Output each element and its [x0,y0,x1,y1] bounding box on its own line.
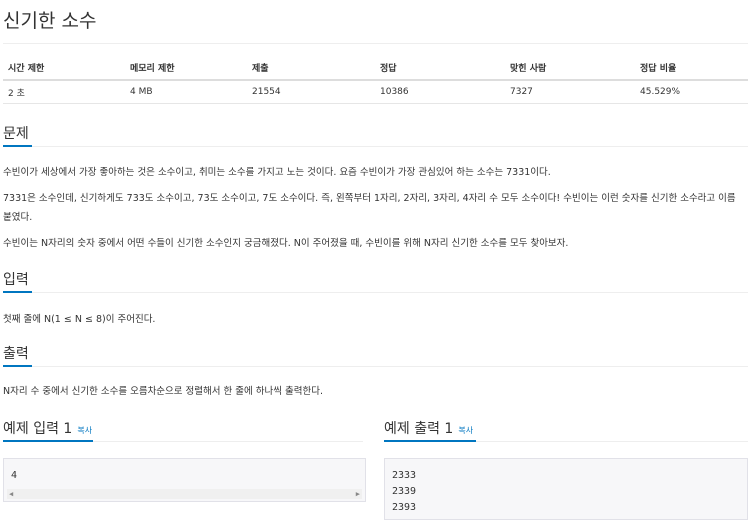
header-memory-limit: 메모리 제한 [125,55,247,81]
header-submissions: 제출 [247,55,375,81]
input-heading-underline [3,291,32,293]
sample-input-content: 4 [11,470,18,481]
header-solvers: 맞힌 사람 [505,55,635,81]
caret-right-icon[interactable]: ▶ [356,489,360,499]
output-description: N자리 수 중에서 신기한 소수를 오름차순으로 정렬해서 한 줄에 하나씩 출… [3,386,324,397]
sample-output-title: 예제 출력 1 [384,421,454,437]
header-time-limit: 시간 제한 [3,55,125,81]
sample-output-heading: 예제 출력 1 복사 [384,418,473,438]
output-heading: 출력 [3,346,29,362]
ratio-value: 45.529% [635,80,748,104]
sample-output-heading-underline [384,440,476,442]
submissions-value: 21554 [247,80,375,104]
input-heading: 입력 [3,272,29,288]
output-heading-underline [3,365,32,367]
input-divider [3,292,748,293]
title-divider [3,43,748,44]
output-divider [3,366,748,367]
description-paragraph: 수빈이가 세상에서 가장 좋아하는 것은 소수이고, 취미는 소수를 가지고 노… [3,167,551,178]
description-heading: 문제 [3,126,29,142]
sample-input-hscrollbar[interactable]: ◀ ▶ [7,489,362,499]
info-value-row: 2 초 4 MB 21554 10386 7327 45.529% [3,80,748,104]
solvers-value: 7327 [505,80,635,104]
caret-left-icon[interactable]: ◀ [9,489,13,499]
sample-input-box[interactable]: 4 ◀ ▶ [3,458,366,502]
description-heading-underline [3,145,32,147]
sample-input-heading-underline [3,440,93,442]
copy-sample-output-link[interactable]: 복사 [458,426,473,435]
input-description: 첫째 줄에 N(1 ≤ N ≤ 8)이 주어진다. [3,314,156,325]
copy-sample-input-link[interactable]: 복사 [77,426,92,435]
info-header-row: 시간 제한 메모리 제한 제출 정답 맞힌 사람 정답 비율 [3,55,748,81]
description-paragraph: 수빈이는 N자리의 숫자 중에서 어떤 수들이 신기한 소수인지 궁금해졌다. … [3,238,569,249]
problem-info-table: 시간 제한 메모리 제한 제출 정답 맞힌 사람 정답 비율 2 초 4 MB … [3,55,748,104]
memory-limit-value: 4 MB [125,80,247,104]
description-divider [3,146,748,147]
time-limit-value: 2 초 [3,80,125,104]
header-ratio: 정답 비율 [635,55,748,81]
problem-title: 신기한 소수 [3,10,97,32]
sample-input-title: 예제 입력 1 [3,421,73,437]
header-accepted: 정답 [375,55,505,81]
sample-input-heading: 예제 입력 1 복사 [3,418,92,438]
description-paragraph: 7331은 소수인데, 신기하게도 733도 소수이고, 73도 소수이고, 7… [3,193,736,223]
sample-output-content: 2333 2339 2393 [392,470,417,513]
accepted-value: 10386 [375,80,505,104]
sample-output-box[interactable]: 2333 2339 2393 [384,458,748,520]
